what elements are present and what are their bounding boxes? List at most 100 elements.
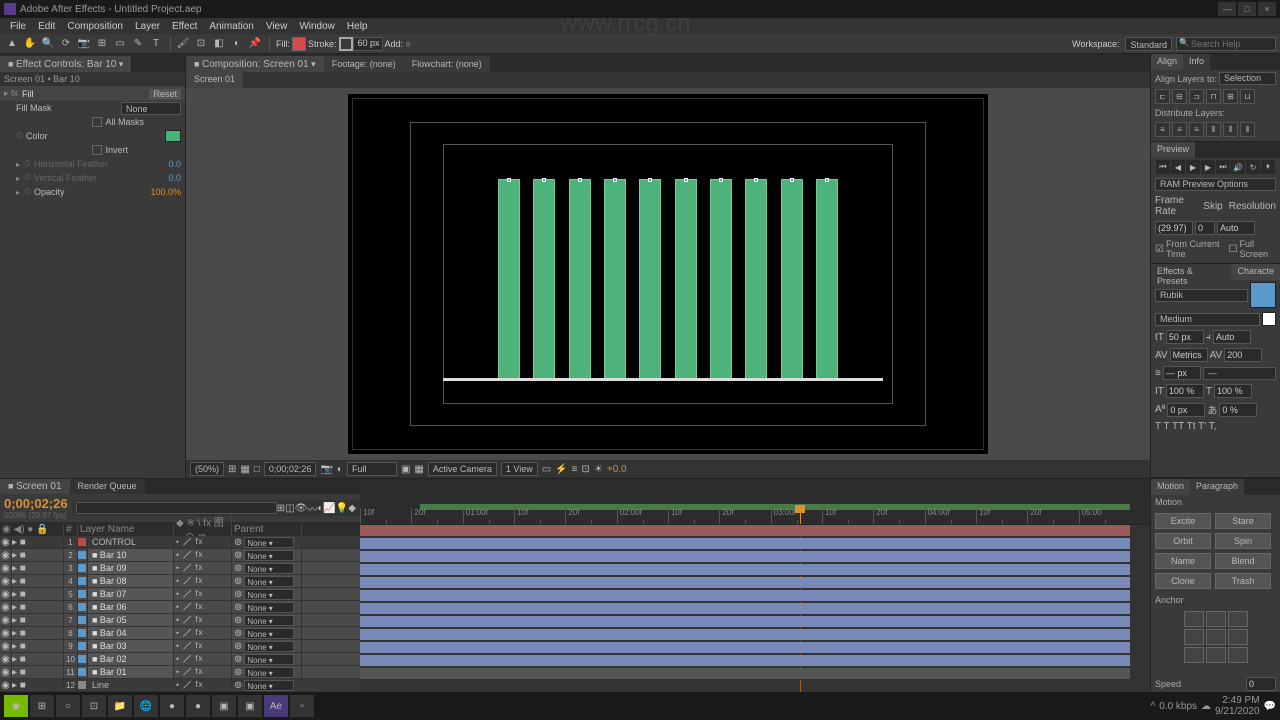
view-dropdown[interactable]: 1 View xyxy=(501,462,538,476)
align-to-dropdown[interactable]: Selection xyxy=(1219,72,1276,85)
layer-name[interactable]: ■ Bar 03 xyxy=(88,640,174,652)
motion-name-button[interactable]: Name xyxy=(1155,553,1211,569)
menu-file[interactable]: File xyxy=(4,21,32,32)
layer-name[interactable]: ■ Bar 09 xyxy=(88,562,174,574)
font-size-input[interactable] xyxy=(1166,330,1204,344)
brush-tool-icon[interactable]: 🖌 xyxy=(175,36,191,52)
visibility-toggle[interactable]: ◉ xyxy=(0,588,12,600)
puppet-tool-icon[interactable]: 📌 xyxy=(247,36,263,52)
paragraph-tab[interactable]: Paragraph xyxy=(1190,479,1244,495)
parent-dropdown[interactable]: None ▾ xyxy=(244,576,294,587)
stroke-type-dropdown[interactable]: — xyxy=(1203,367,1276,380)
layer-duration-bar[interactable] xyxy=(360,629,1130,641)
leading-input[interactable] xyxy=(1213,330,1251,344)
visibility-toggle[interactable]: ◉ xyxy=(0,666,12,678)
from-current-checkbox[interactable]: ☑ xyxy=(1155,244,1164,255)
font-style-dropdown[interactable]: Medium xyxy=(1155,313,1260,326)
bar-shape[interactable] xyxy=(569,179,591,379)
parent-dropdown[interactable]: None ▾ xyxy=(244,537,294,548)
app-icon[interactable]: ● xyxy=(186,695,210,717)
color-swatch[interactable] xyxy=(165,130,181,142)
menu-composition[interactable]: Composition xyxy=(61,21,129,32)
timeline-graph[interactable]: 10f20f01:00f10f20f02:00f10f20f03:00f10f2… xyxy=(360,479,1150,698)
layer-name[interactable]: ■ Bar 02 xyxy=(88,653,174,665)
layer-row[interactable]: ◉ ▸ ■4■ Bar 08⬩ ╱ fx⊚None ▾ xyxy=(0,575,360,588)
brainstorm-icon[interactable]: 💡 xyxy=(336,503,348,514)
layer-color-label[interactable] xyxy=(78,653,88,665)
info-tab[interactable]: Info xyxy=(1183,54,1210,70)
bar-shape[interactable] xyxy=(533,179,555,379)
res-icon[interactable]: ⊞ xyxy=(228,464,236,475)
layer-duration-bar[interactable] xyxy=(360,616,1130,628)
anchor-tc[interactable] xyxy=(1206,611,1226,627)
layer-duration-bar[interactable] xyxy=(360,642,1130,654)
layer-switches[interactable]: ⬩ ╱ fx xyxy=(174,627,232,639)
add-label[interactable]: Add: ○ xyxy=(385,39,411,49)
hscale-input[interactable] xyxy=(1214,384,1252,398)
layer-color-label[interactable] xyxy=(78,614,88,626)
baseline-input[interactable] xyxy=(1167,403,1205,417)
layer-duration-bar[interactable] xyxy=(360,590,1130,602)
time-ruler[interactable]: 10f20f01:00f10f20f02:00f10f20f03:00f10f2… xyxy=(360,479,1150,525)
stroke-swatch[interactable] xyxy=(339,37,353,51)
stamp-tool-icon[interactable]: ⊡ xyxy=(193,36,209,52)
visibility-toggle[interactable]: ◉ xyxy=(0,614,12,626)
skip-input[interactable] xyxy=(1195,221,1215,235)
layer-color-label[interactable] xyxy=(78,640,88,652)
layer-duration-bar[interactable] xyxy=(360,525,1130,537)
layer-color-label[interactable] xyxy=(78,588,88,600)
layer-duration-bar[interactable] xyxy=(360,603,1130,615)
pen-tool-icon[interactable]: ✎ xyxy=(130,36,146,52)
layer-name[interactable]: ■ Bar 10 xyxy=(88,549,174,561)
visibility-toggle[interactable]: ◉ xyxy=(0,549,12,561)
close-button[interactable]: × xyxy=(1258,2,1276,16)
menu-view[interactable]: View xyxy=(260,21,294,32)
pan-behind-tool-icon[interactable]: ⊞ xyxy=(94,36,110,52)
effect-header[interactable]: ▸ fx Fill Reset xyxy=(0,86,185,101)
app-icon[interactable]: ▫ xyxy=(290,695,314,717)
clock-date[interactable]: 9/21/2020 xyxy=(1215,706,1260,717)
fill-swatch[interactable] xyxy=(292,37,306,51)
layer-switches[interactable]: ⬩ ╱ fx xyxy=(174,536,232,548)
vscale-input[interactable] xyxy=(1166,384,1204,398)
menu-edit[interactable]: Edit xyxy=(32,21,61,32)
layer-switches[interactable]: ⬩ ╱ fx xyxy=(174,666,232,678)
layer-color-label[interactable] xyxy=(78,562,88,574)
layer-color-label[interactable] xyxy=(78,601,88,613)
comp-flow-icon[interactable]: ⊡ xyxy=(582,464,590,475)
workspace-dropdown[interactable]: Standard xyxy=(1125,37,1172,51)
layer-search-input[interactable] xyxy=(76,502,277,514)
selection-tool-icon[interactable]: ▲ xyxy=(4,36,20,52)
align-hcenter-icon[interactable]: ⊟ xyxy=(1172,89,1187,104)
visibility-toggle[interactable]: ◉ xyxy=(0,536,12,548)
layer-row[interactable]: ◉ ▸ ■5■ Bar 07⬩ ╱ fx⊚None ▾ xyxy=(0,588,360,601)
canvas[interactable] xyxy=(348,94,988,454)
motion-blend-button[interactable]: Blend xyxy=(1215,553,1271,569)
mask-icon[interactable]: □ xyxy=(254,464,260,475)
fast-preview-icon[interactable]: ⚡ xyxy=(555,464,567,475)
frame-blend-icon[interactable]: 〰 xyxy=(307,501,317,516)
bar-shape[interactable] xyxy=(781,179,803,379)
layer-duration-bar[interactable] xyxy=(360,564,1130,576)
layer-color-label[interactable] xyxy=(78,679,88,691)
visibility-toggle[interactable]: ◉ xyxy=(0,627,12,639)
timeline-tab[interactable]: ■ Screen 01 xyxy=(0,479,70,494)
layer-row[interactable]: ◉ ▸ ■9■ Bar 03⬩ ╱ fx⊚None ▾ xyxy=(0,640,360,653)
eraser-tool-icon[interactable]: ◧ xyxy=(211,36,227,52)
bar-shape[interactable] xyxy=(604,179,626,379)
visibility-toggle[interactable]: ◉ xyxy=(0,601,12,613)
bar-shape[interactable] xyxy=(675,179,697,379)
hide-shy-icon[interactable]: 👁 xyxy=(295,503,308,514)
fill-mask-dropdown[interactable]: None xyxy=(121,102,181,115)
visibility-toggle[interactable]: ◉ xyxy=(0,640,12,652)
stopwatch-icon[interactable]: ⏱ xyxy=(24,187,34,197)
layer-switches[interactable]: ⬩ ╱ fx xyxy=(174,549,232,561)
snapshot-icon[interactable]: 📷 xyxy=(320,464,332,475)
baseline-shape[interactable] xyxy=(443,378,883,381)
full-screen-checkbox[interactable]: ☐ xyxy=(1229,244,1238,255)
motion-tab[interactable]: Motion xyxy=(1151,479,1190,495)
notification-icon[interactable]: 💬 xyxy=(1264,701,1276,712)
play-icon[interactable]: ▶ xyxy=(1186,160,1200,174)
speed-input[interactable] xyxy=(1246,677,1276,691)
visibility-toggle[interactable]: ◉ xyxy=(0,562,12,574)
